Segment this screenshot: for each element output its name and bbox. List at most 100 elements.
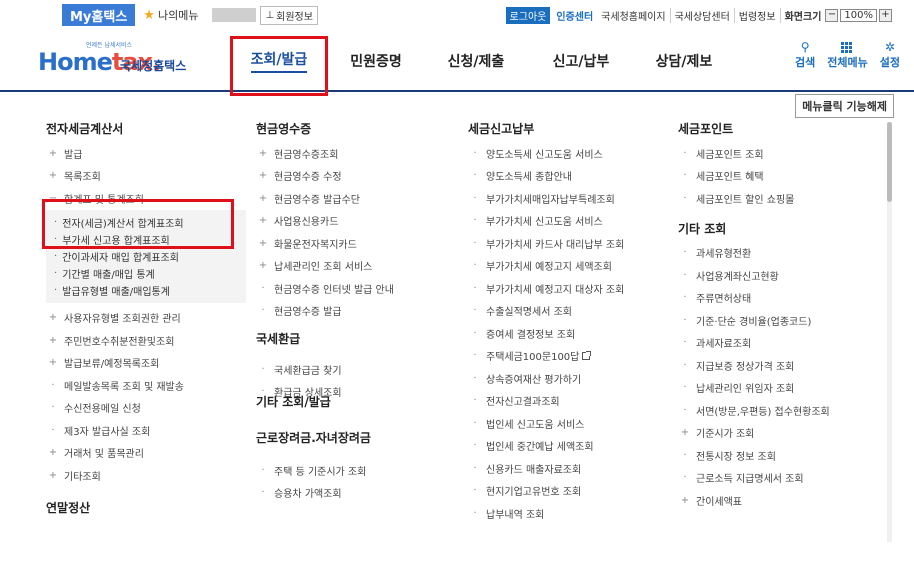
bullet-icon: · bbox=[261, 464, 265, 476]
menu-item[interactable]: · 제3자 발급사실 조회 bbox=[46, 419, 246, 442]
menu-item[interactable]: · 현지기업고유번호 조회 bbox=[468, 480, 624, 503]
menu-item[interactable]: · 사업용계좌신고현황 bbox=[678, 264, 830, 287]
gnb-certificates[interactable]: 민원증명 bbox=[328, 30, 424, 92]
menu-item-label: 주류면허상태 bbox=[696, 294, 752, 306]
menu-item[interactable]: · 법인세 신고도움 서비스 bbox=[468, 412, 624, 435]
gnb-report-pay[interactable]: 신고/납부 bbox=[528, 30, 634, 92]
member-info-button[interactable]: ⊥ 회원정보 bbox=[260, 5, 318, 25]
menu-item[interactable]: · 부가가치세 카드사 대리납부 조회 bbox=[468, 232, 624, 255]
menu-item-label: 기준·단순 경비율(업종코드) bbox=[696, 316, 812, 328]
menu-item[interactable]: + 발급 bbox=[46, 142, 246, 165]
menu-item[interactable]: · 국세환급금 찾기 bbox=[256, 358, 394, 381]
menu-item[interactable]: + 현금영수증 발급수단 bbox=[256, 187, 394, 210]
menu-column-e-invoice: 전자세금계산서 + 발급 + 목록조회 − 합계표 및 통계조회 · 전자(세금)계산서 합… bbox=[46, 120, 246, 521]
menu-item[interactable]: · 납부내역 조회 bbox=[468, 502, 624, 525]
menu-item[interactable]: + 주민번호수취분전환및조회 bbox=[46, 329, 246, 352]
bullet-icon: + bbox=[258, 170, 268, 182]
menu-item-label: 사업용계좌신고현황 bbox=[696, 271, 779, 283]
menu-item[interactable]: · 양도소득세 종합안내 bbox=[468, 165, 624, 188]
menu-item[interactable]: · 주택 등 기준시가 조회 bbox=[256, 459, 394, 482]
menu-item-label: 발급 bbox=[64, 149, 83, 161]
menu-item[interactable]: · 수출실적명세서 조회 bbox=[468, 300, 624, 323]
menu-item[interactable]: · 현금영수증 인터넷 발급 안내 bbox=[256, 277, 394, 300]
menu-item[interactable]: + 현금영수증 수정 bbox=[256, 165, 394, 188]
dot-icon: · bbox=[473, 507, 477, 519]
search-button[interactable]: ⚲ 검색 bbox=[795, 40, 815, 70]
star-icon: ★ bbox=[143, 7, 155, 23]
logout-button[interactable]: 로그아웃 bbox=[505, 7, 551, 24]
menu-item[interactable]: · 주류면허상태 bbox=[678, 287, 830, 310]
submenu-item[interactable]: · 간이과세자 매입 합계표조회 bbox=[54, 248, 246, 265]
menu-item-label: 부가가치세 카드사 대리납부 조회 bbox=[486, 239, 625, 251]
menu-item[interactable]: + 사업용신용카드 bbox=[256, 210, 394, 233]
menu-item[interactable]: + 간이세액표 bbox=[678, 489, 830, 512]
all-menu-button[interactable]: 전체메뉴 bbox=[827, 40, 868, 70]
menu-item[interactable]: · 신용카드 매출자료조회 bbox=[468, 457, 624, 480]
menu-item[interactable]: · 납세관리인 위임자 조회 bbox=[678, 377, 830, 400]
menu-item-label: 주택세금100문100답 bbox=[486, 352, 580, 364]
menu-item[interactable]: · 부가가치세매입자납부특례조회 bbox=[468, 187, 624, 210]
utility-icons: ⚲ 검색 전체메뉴 ✲ 설정 bbox=[795, 40, 900, 70]
my-hometax-button[interactable]: My홈택스 bbox=[62, 4, 136, 26]
zoom-in-button[interactable]: + bbox=[879, 9, 892, 22]
menu-item-label: 간이세액표 bbox=[696, 496, 742, 508]
menu-item[interactable]: + 거래처 및 품목관리 bbox=[46, 442, 246, 465]
bullet-icon: · bbox=[51, 402, 55, 414]
menu-item[interactable]: + 목록조회 bbox=[46, 165, 246, 188]
submenu-item[interactable]: · 발급유형별 매출/매입통계 bbox=[54, 282, 246, 299]
menu-item[interactable]: · 법인세 중간예납 세액조회 bbox=[468, 435, 624, 458]
menu-item[interactable]: + 기준시가 조회 bbox=[678, 422, 830, 445]
menu-click-unfix-button[interactable]: 메뉴클릭 기능해제 bbox=[795, 94, 894, 118]
menu-item[interactable]: · 세금포인트 할인 쇼핑몰 bbox=[678, 187, 830, 210]
menu-item[interactable]: + 기타조회 bbox=[46, 464, 246, 487]
col-title-cash-receipt: 현금영수증 bbox=[256, 122, 312, 136]
gnb-apply-submit[interactable]: 신청/제출 bbox=[424, 30, 528, 92]
hometax-logo[interactable]: 언제든 납세서비스 Hometax. 국세청홈택스 bbox=[20, 38, 210, 78]
menu-item[interactable]: · 지급보증 정상가격 조회 bbox=[678, 354, 830, 377]
highlight-box-menu bbox=[42, 199, 234, 249]
menu-scrollbar-thumb[interactable] bbox=[887, 122, 892, 202]
menu-item[interactable]: · 근로소득 지급명세서 조회 bbox=[678, 467, 830, 490]
menu-item[interactable]: · 세금포인트 혜택 bbox=[678, 165, 830, 188]
bullet-icon: · bbox=[261, 282, 265, 294]
menu-item[interactable]: · 세금포인트 조회 bbox=[678, 142, 830, 165]
menu-item[interactable]: · 부가가치세 신고도움 서비스 bbox=[468, 210, 624, 233]
menu-item[interactable]: · 현금영수증 발급 bbox=[256, 300, 394, 323]
consult-center-link[interactable]: 국세상담센터 bbox=[669, 8, 734, 23]
menu-item[interactable]: · 전자신고결과조회 bbox=[468, 390, 624, 413]
menu-item[interactable]: · 기준·단순 경비율(업종코드) bbox=[678, 309, 830, 332]
dot-icon: · bbox=[683, 192, 687, 204]
menu-item[interactable]: + 납세관리인 조회 서비스 bbox=[256, 255, 394, 278]
bullet-icon: + bbox=[680, 494, 690, 506]
zoom-out-button[interactable]: − bbox=[825, 9, 839, 22]
menu-item[interactable]: + 현금영수증조회 bbox=[256, 142, 394, 165]
my-menu-link[interactable]: ★ 나의메뉴 bbox=[143, 7, 198, 23]
menu-item-label: 납부내역 조회 bbox=[486, 509, 545, 521]
law-info-link[interactable]: 법령정보 bbox=[733, 8, 780, 23]
menu-item[interactable]: · 서면(방문,우편등) 접수현황조회 bbox=[678, 399, 830, 422]
menu-item[interactable]: · 주택세금100문100답 bbox=[468, 345, 624, 368]
menu-item[interactable]: · 과세유형전환 bbox=[678, 242, 830, 265]
cert-center-link[interactable]: 인증센터 bbox=[556, 8, 593, 23]
menu-item[interactable]: · 상속증여재산 평가하기 bbox=[468, 367, 624, 390]
menu-item[interactable]: + 사용자유형별 조회권한 관리 bbox=[46, 307, 246, 330]
bullet-icon: + bbox=[680, 427, 690, 439]
menu-item[interactable]: · 승용차 가액조회 bbox=[256, 482, 394, 505]
bullet-icon: · bbox=[51, 424, 55, 436]
menu-item[interactable]: · 양도소득세 신고도움 서비스 bbox=[468, 142, 624, 165]
menu-item[interactable]: · 증여세 결정정보 조회 bbox=[468, 322, 624, 345]
menu-item[interactable]: · 전통시장 정보 조회 bbox=[678, 444, 830, 467]
menu-item[interactable]: · 과세자료조회 bbox=[678, 332, 830, 355]
col-title-tax-report: 세금신고납부 bbox=[468, 122, 535, 136]
menu-item[interactable]: + 발급보류/예정목록조회 bbox=[46, 352, 246, 375]
menu-item[interactable]: · 수신전용메일 신청 bbox=[46, 397, 246, 420]
menu-item[interactable]: · 부가가치세 예정고지 세액조회 bbox=[468, 255, 624, 278]
menu-item[interactable]: · 메일발송목록 조회 및 재발송 bbox=[46, 374, 246, 397]
menu-item[interactable]: + 화물운전자복지카드 bbox=[256, 232, 394, 255]
submenu-item[interactable]: · 기간별 매출/매입 통계 bbox=[54, 265, 246, 282]
menu-item-label: 서면(방문,우편등) 접수현황조회 bbox=[696, 406, 830, 418]
settings-button[interactable]: ✲ 설정 bbox=[880, 40, 900, 70]
menu-item[interactable]: · 부가가치세 예정고지 대상자 조회 bbox=[468, 277, 624, 300]
nts-homepage-link[interactable]: 국세청홈페이지 bbox=[597, 8, 669, 23]
gnb-consult-report[interactable]: 상담/제보 bbox=[634, 30, 734, 92]
